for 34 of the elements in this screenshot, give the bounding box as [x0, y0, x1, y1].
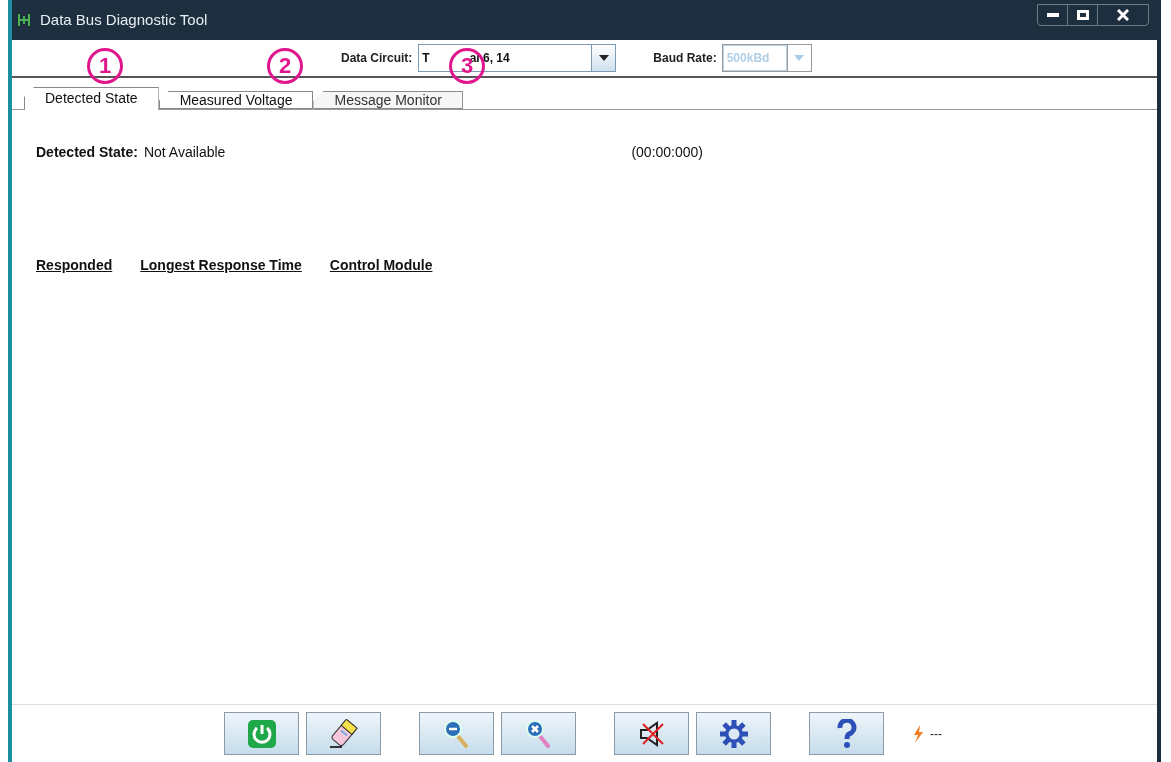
settings-button[interactable] [696, 712, 771, 755]
maximize-icon [1076, 10, 1089, 20]
power-button[interactable] [224, 712, 299, 755]
tab[interactable]: Detected State [24, 87, 159, 110]
minimize-icon [1046, 13, 1059, 17]
tab[interactable]: Measured Voltage [158, 91, 314, 109]
detected-state-label: Detected State: [36, 143, 138, 162]
status-text: --- [930, 725, 942, 743]
window-title: Data Bus Diagnostic Tool [40, 9, 208, 30]
timestamp: (00:00:000) [631, 143, 703, 162]
column-header: Longest Response Time [140, 256, 302, 275]
zoom-out-icon [442, 718, 471, 749]
eraser-button[interactable] [306, 712, 381, 755]
zoom-reset-icon [524, 718, 553, 749]
dropdown-arrow-icon [794, 55, 805, 61]
column-header: Control Module [329, 256, 433, 275]
zoom-out-button[interactable] [419, 712, 494, 755]
help-icon [834, 718, 859, 749]
close-icon [1117, 9, 1129, 21]
mute-button[interactable] [614, 712, 689, 755]
data-circuit-label: Data Circuit: [341, 50, 413, 67]
callout-number: 1 [87, 48, 123, 84]
baud-rate-label: Baud Rate: [653, 50, 717, 67]
app-icon [16, 12, 32, 28]
detected-state-value: Not Available [143, 143, 226, 162]
data-circuit-value-start: T [422, 50, 430, 67]
zoom-reset-button[interactable] [501, 712, 576, 755]
help-button[interactable] [809, 712, 884, 755]
column-header: Responded [36, 256, 113, 275]
dropdown-arrow-icon [598, 55, 609, 61]
gear-icon [718, 718, 749, 749]
power-icon [246, 718, 277, 749]
lightning-icon [912, 724, 924, 743]
callout-number: 2 [267, 48, 303, 84]
